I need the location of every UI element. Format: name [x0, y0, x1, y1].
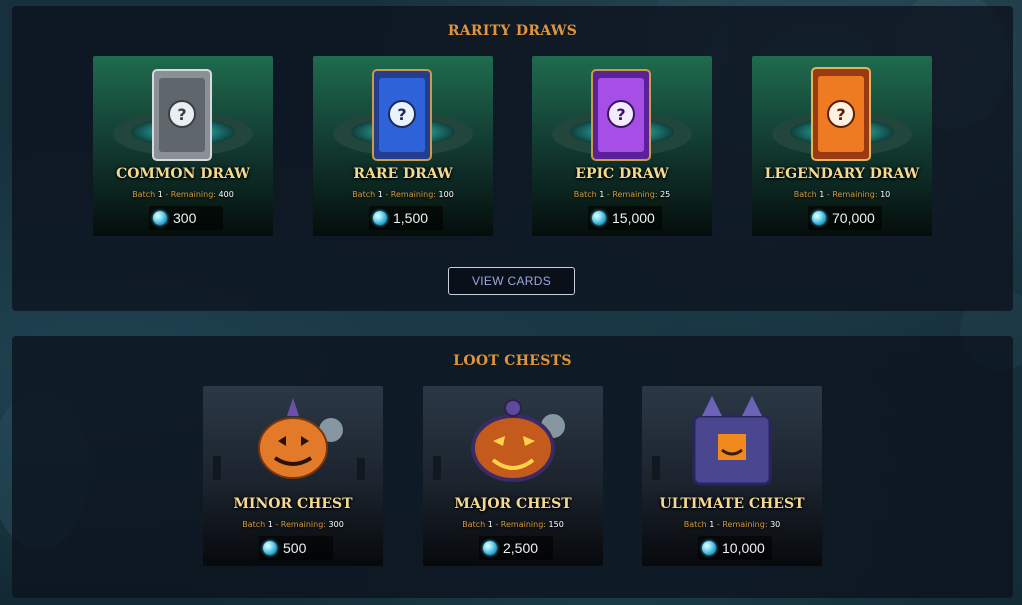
gem-icon: [373, 211, 387, 225]
price-tag: 70,000: [808, 206, 882, 230]
price-value: 300: [173, 210, 197, 226]
card-name: EPIC DRAW: [575, 166, 669, 182]
common-draw-card[interactable]: ? COMMON DRAW Batch 1 - Remaining: 400 3…: [93, 56, 273, 236]
card-name: MINOR CHEST: [233, 496, 353, 512]
batch-info: Batch 1 - Remaining: 150: [462, 520, 564, 529]
card-name: ULTIMATE CHEST: [659, 496, 805, 512]
price-tag: 300: [149, 206, 223, 230]
rarity-draws-title: RARITY DRAWS: [447, 23, 578, 39]
price-value: 10,000: [722, 540, 765, 556]
price-value: 15,000: [612, 210, 655, 226]
ultimate-chest-card[interactable]: ULTIMATE CHEST Batch 1 - Remaining: 30 1…: [642, 386, 822, 566]
gem-icon: [263, 541, 277, 555]
price-tag: 10,000: [698, 536, 772, 560]
gem-icon: [812, 211, 826, 225]
svg-text:?: ?: [616, 105, 625, 124]
batch-info: Batch 1 - Remaining: 400: [132, 190, 234, 199]
gem-icon: [702, 541, 716, 555]
price-tag: 15,000: [588, 206, 662, 230]
card-name: MAJOR CHEST: [454, 496, 572, 512]
major-chest-card[interactable]: MAJOR CHEST Batch 1 - Remaining: 150 2,5…: [423, 386, 603, 566]
view-cards-button[interactable]: VIEW CARDS: [448, 267, 575, 295]
price-tag: 500: [259, 536, 333, 560]
batch-info: Batch 1 - Remaining: 300: [242, 520, 344, 529]
price-tag: 1,500: [369, 206, 443, 230]
epic-draw-card[interactable]: ? EPIC DRAW Batch 1 - Remaining: 25 15,0…: [532, 56, 712, 236]
svg-text:?: ?: [836, 105, 845, 124]
batch-info: Batch 1 - Remaining: 30: [683, 520, 781, 529]
batch-info: Batch 1 - Remaining: 25: [573, 190, 671, 199]
card-name: COMMON DRAW: [116, 166, 250, 182]
batch-info: Batch 1 - Remaining: 10: [793, 190, 891, 199]
svg-text:?: ?: [177, 105, 186, 124]
minor-chest-card[interactable]: MINOR CHEST Batch 1 - Remaining: 300 500: [203, 386, 383, 566]
rarity-draws-panel: RARITY DRAWS ? COMMON DRAW Batch 1 - Rem…: [12, 6, 1013, 311]
card-name: LEGENDARY DRAW: [764, 166, 920, 182]
legendary-draw-card[interactable]: ? LEGENDARY DRAW Batch 1 - Remaining: 10…: [752, 56, 932, 236]
card-name: RARE DRAW: [353, 166, 453, 182]
batch-info: Batch 1 - Remaining: 100: [352, 190, 454, 199]
loot-chests-title: LOOT CHESTS: [453, 353, 572, 369]
loot-chests-panel: LOOT CHESTS MINOR CHEST Batch 1 - Remain…: [12, 336, 1013, 598]
price-value: 1,500: [393, 210, 429, 226]
price-tag: 2,500: [479, 536, 553, 560]
gem-icon: [153, 211, 167, 225]
price-value: 70,000: [832, 210, 875, 226]
price-value: 2,500: [503, 540, 539, 556]
price-value: 500: [283, 540, 307, 556]
gem-icon: [592, 211, 606, 225]
svg-text:?: ?: [397, 105, 406, 124]
rare-draw-card[interactable]: ? RARE DRAW Batch 1 - Remaining: 100 1,5…: [313, 56, 493, 236]
gem-icon: [483, 541, 497, 555]
